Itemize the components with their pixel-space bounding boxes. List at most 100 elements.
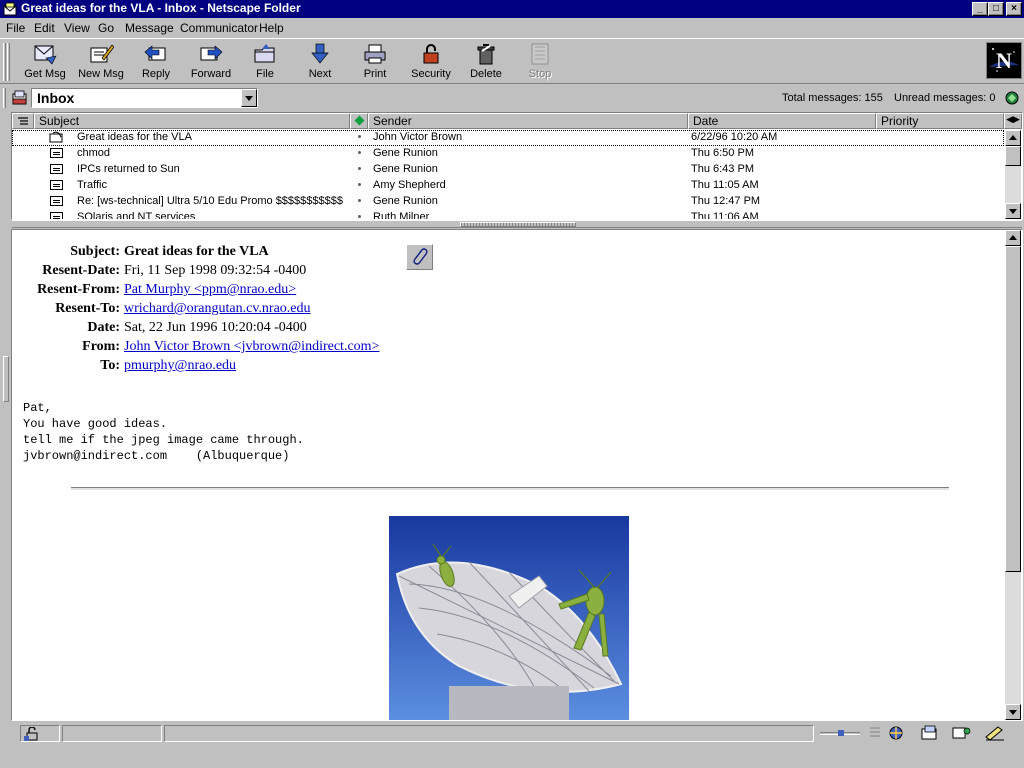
minimize-button[interactable]: _ — [972, 2, 988, 16]
grip-handle-icon — [838, 730, 844, 736]
mailbox-icon[interactable] — [920, 725, 940, 741]
file-label: File — [256, 68, 274, 80]
forward-button[interactable]: Forward — [188, 41, 234, 83]
body-line: tell me if the jpeg image came through. — [23, 433, 304, 447]
read-dot-icon[interactable] — [358, 135, 361, 138]
column-date[interactable]: Date — [688, 113, 876, 129]
scroll-up-button[interactable] — [1005, 130, 1021, 146]
menu-help[interactable]: Help — [259, 21, 284, 35]
print-button[interactable]: Print — [356, 41, 394, 83]
column-sender[interactable]: Sender — [368, 113, 688, 129]
scroll-thumb[interactable] — [1005, 246, 1021, 572]
component-bar-grip[interactable] — [818, 725, 868, 742]
attachment-button[interactable] — [406, 244, 433, 270]
message-row[interactable]: SOlaris and NT services Ruth Milner Thu … — [12, 210, 1004, 219]
column-read-status[interactable] — [350, 113, 368, 129]
discussion-groups-icon[interactable] — [952, 725, 972, 741]
online-status-icon[interactable] — [1004, 90, 1020, 106]
padlock-icon — [423, 44, 439, 64]
from-link[interactable]: John Victor Brown <jvbrown@indirect.com> — [124, 339, 379, 355]
message-sender: Amy Shepherd — [373, 179, 446, 191]
column-subject[interactable]: Subject — [34, 113, 350, 129]
status-text — [164, 725, 814, 742]
new-msg-button[interactable]: New Msg — [75, 41, 127, 83]
file-folder-icon — [254, 44, 275, 63]
navigator-icon[interactable] — [886, 725, 906, 741]
collapse-tab[interactable] — [3, 356, 9, 402]
component-bar-grip-icon[interactable] — [868, 725, 882, 741]
attached-jpeg-image[interactable] — [389, 516, 629, 720]
read-dot-icon[interactable] — [358, 167, 361, 170]
reply-label: Reply — [141, 68, 171, 80]
trash-icon — [477, 44, 495, 65]
next-button[interactable]: Next — [300, 41, 340, 83]
file-button[interactable]: File — [246, 41, 284, 83]
security-status[interactable] — [20, 725, 60, 742]
scroll-up-button[interactable] — [1005, 230, 1021, 246]
splitter-grip[interactable] — [460, 222, 576, 227]
unread-messages: Unread messages: 0 — [894, 92, 996, 104]
resent-to-link[interactable]: wrichard@orangutan.cv.nrao.edu — [124, 301, 311, 317]
get-msg-button[interactable]: Get Msg — [22, 41, 68, 83]
composer-icon[interactable] — [984, 725, 1006, 741]
read-dot-icon[interactable] — [358, 183, 361, 186]
progress-field — [62, 725, 162, 742]
location-bar-grip[interactable] — [3, 88, 6, 108]
read-dot-icon[interactable] — [358, 199, 361, 202]
message-list[interactable]: Subject Sender Date Priority ◀▶ Great id… — [12, 113, 1022, 219]
menu-edit[interactable]: Edit — [34, 21, 55, 35]
to-link[interactable]: pmurphy@nrao.edu — [124, 358, 236, 374]
pane-splitter[interactable] — [12, 220, 1022, 228]
column-priority[interactable]: Priority — [876, 113, 1004, 129]
message-row[interactable]: IPCs returned to Sun Gene Runion Thu 6:4… — [12, 162, 1004, 178]
header-label: Resent-Date: — [42, 263, 120, 278]
print-label: Print — [363, 68, 387, 80]
menu-go[interactable]: Go — [98, 21, 114, 35]
window-title: Great ideas for the VLA - Inbox - Netsca… — [21, 1, 301, 15]
delete-label: Delete — [470, 68, 502, 80]
header-label: Resent-To: — [55, 301, 120, 316]
folder-selector[interactable]: Inbox — [31, 88, 258, 108]
message-row[interactable]: Re: [ws-technical] Ultra 5/10 Edu Promo … — [12, 194, 1004, 210]
menu-message[interactable]: Message — [125, 21, 174, 35]
message-row[interactable]: Great ideas for the VLA John Victor Brow… — [12, 130, 1004, 146]
read-dot-icon[interactable] — [358, 215, 361, 218]
message-subject: IPCs returned to Sun — [77, 163, 180, 175]
resent-from-link[interactable]: Pat Murphy <ppm@nrao.edu> — [124, 282, 296, 298]
scroll-down-button[interactable] — [1005, 704, 1021, 720]
message-list-scrollbar[interactable] — [1005, 130, 1021, 219]
menu-view[interactable]: View — [64, 21, 90, 35]
scroll-thumb[interactable] — [1005, 146, 1021, 166]
message-date: 6/22/96 10:20 AM — [691, 131, 778, 143]
security-button[interactable]: Security — [408, 41, 454, 83]
message-scrollbar[interactable] — [1005, 230, 1021, 720]
maximize-button[interactable]: □ — [988, 2, 1004, 16]
security-lock-icon — [24, 727, 38, 741]
netscape-n-icon: N — [987, 43, 1021, 78]
message-icon — [50, 164, 63, 174]
get-msg-label: Get Msg — [24, 68, 66, 80]
message-view: Subject: Resent-Date: Resent-From: Resen… — [12, 230, 1022, 720]
new-msg-label: New Msg — [78, 68, 124, 80]
menu-file[interactable]: File — [6, 21, 25, 35]
status-bar — [0, 723, 1024, 745]
chevron-down-icon[interactable] — [241, 89, 257, 107]
toolbar-grip[interactable] — [3, 43, 6, 81]
stop-button[interactable]: Stop — [522, 41, 558, 83]
menu-communicator[interactable]: Communicator — [180, 21, 258, 35]
delete-button[interactable]: Delete — [466, 41, 506, 83]
toolbar: Get Msg New Msg Reply Forward File Next … — [0, 38, 1024, 84]
netscape-logo[interactable]: N — [986, 42, 1022, 79]
scroll-down-button[interactable] — [1005, 203, 1021, 219]
message-subject: Great ideas for the VLA — [77, 131, 192, 143]
thread-toggle-header[interactable] — [12, 113, 34, 129]
message-sender: Ruth Milner — [373, 211, 430, 219]
read-dot-icon[interactable] — [358, 151, 361, 154]
message-row[interactable]: chmod Gene Runion Thu 6:50 PM — [12, 146, 1004, 162]
message-row[interactable]: Traffic Amy Shepherd Thu 11:05 AM — [12, 178, 1004, 194]
close-button[interactable]: × — [1006, 2, 1022, 16]
column-scroll-arrows[interactable]: ◀▶ — [1004, 113, 1022, 129]
reply-button[interactable]: Reply — [136, 41, 176, 83]
menu-bar: File Edit View Go Message Communicator H… — [0, 18, 1024, 38]
message-subject: chmod — [77, 147, 111, 159]
